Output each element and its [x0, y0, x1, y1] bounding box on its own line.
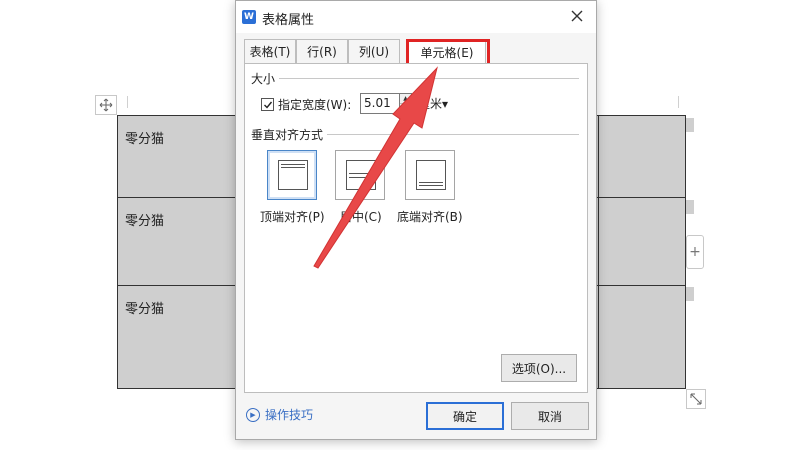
cancel-button-label: 取消 [537, 409, 562, 424]
valign-group-title: 垂直对齐方式 [251, 126, 328, 143]
table-resize-handle[interactable] [686, 389, 706, 409]
resize-icon [690, 393, 702, 405]
options-button[interactable]: 选项(O)... [501, 354, 577, 382]
tab-label: 表格(T) [249, 45, 291, 59]
align-bottom-icon [416, 160, 446, 190]
table-cell-text[interactable]: 零分猫 [125, 128, 164, 147]
spin-up-icon[interactable]: ▲ [400, 94, 411, 104]
tab-table[interactable]: 表格(T) [244, 39, 296, 63]
size-group-title: 大小 [251, 70, 280, 87]
unit-dropdown[interactable]: 厘米▾ [418, 95, 448, 112]
tips-link-label: 操作技巧 [265, 408, 314, 422]
align-top-label[interactable]: 顶端对齐(P) [260, 208, 325, 225]
table-properties-dialog: W 表格属性 表格(T) 行(R) 列(U) 单元格(E) 大小 指定宽度(W)… [235, 0, 597, 440]
width-checkbox[interactable] [261, 98, 274, 111]
close-icon [571, 10, 583, 22]
align-center-label[interactable]: 居中(C) [340, 208, 382, 225]
align-bottom-label[interactable]: 底端对齐(B) [397, 208, 463, 225]
tips-link[interactable]: ▶ 操作技巧 [246, 406, 313, 423]
tab-row[interactable]: 行(R) [296, 39, 348, 63]
table-cell-text[interactable]: 零分猫 [125, 298, 164, 317]
align-bottom-option[interactable] [405, 150, 455, 200]
align-top-option[interactable] [267, 150, 317, 200]
options-button-label: 选项(O)... [511, 361, 567, 376]
plus-icon: + [689, 244, 701, 260]
tab-label: 行(R) [307, 45, 337, 59]
ok-button-label: 确定 [452, 409, 477, 424]
move-icon [99, 98, 113, 112]
table-cell-text[interactable]: 零分猫 [125, 210, 164, 229]
row-end-marker [686, 287, 694, 301]
align-top-icon [278, 160, 308, 190]
ruler-tick [127, 96, 128, 108]
width-spinner[interactable]: ▲ ▼ [400, 93, 412, 114]
wps-writer-icon: W [242, 10, 256, 24]
width-label: 指定宽度(W): [278, 98, 352, 112]
dialog-title: 表格属性 [262, 13, 315, 28]
play-icon: ▶ [246, 407, 260, 422]
align-center-option[interactable] [335, 150, 385, 200]
close-button[interactable] [566, 5, 588, 27]
row-end-marker [686, 200, 694, 214]
tab-label: 列(U) [358, 45, 390, 59]
width-input[interactable]: 5.01 [360, 93, 400, 114]
align-center-icon [346, 160, 376, 190]
group-divider [253, 78, 579, 79]
cancel-button[interactable]: 取消 [511, 402, 589, 430]
add-column-button[interactable]: + [686, 235, 704, 269]
table-column-divider [598, 116, 599, 388]
spin-down-icon[interactable]: ▼ [400, 104, 411, 114]
ok-button[interactable]: 确定 [426, 402, 504, 430]
checkmark-icon [263, 101, 272, 109]
dialog-titlebar[interactable]: W 表格属性 [236, 1, 596, 33]
table-move-handle[interactable] [95, 95, 117, 115]
cell-settings-panel: 大小 指定宽度(W): 5.01 ▲ ▼ 厘米▾ 垂直对齐方式 顶端对齐(P) … [244, 63, 588, 393]
row-end-marker [686, 118, 694, 132]
ruler-tick [678, 96, 679, 108]
tab-column[interactable]: 列(U) [348, 39, 400, 63]
